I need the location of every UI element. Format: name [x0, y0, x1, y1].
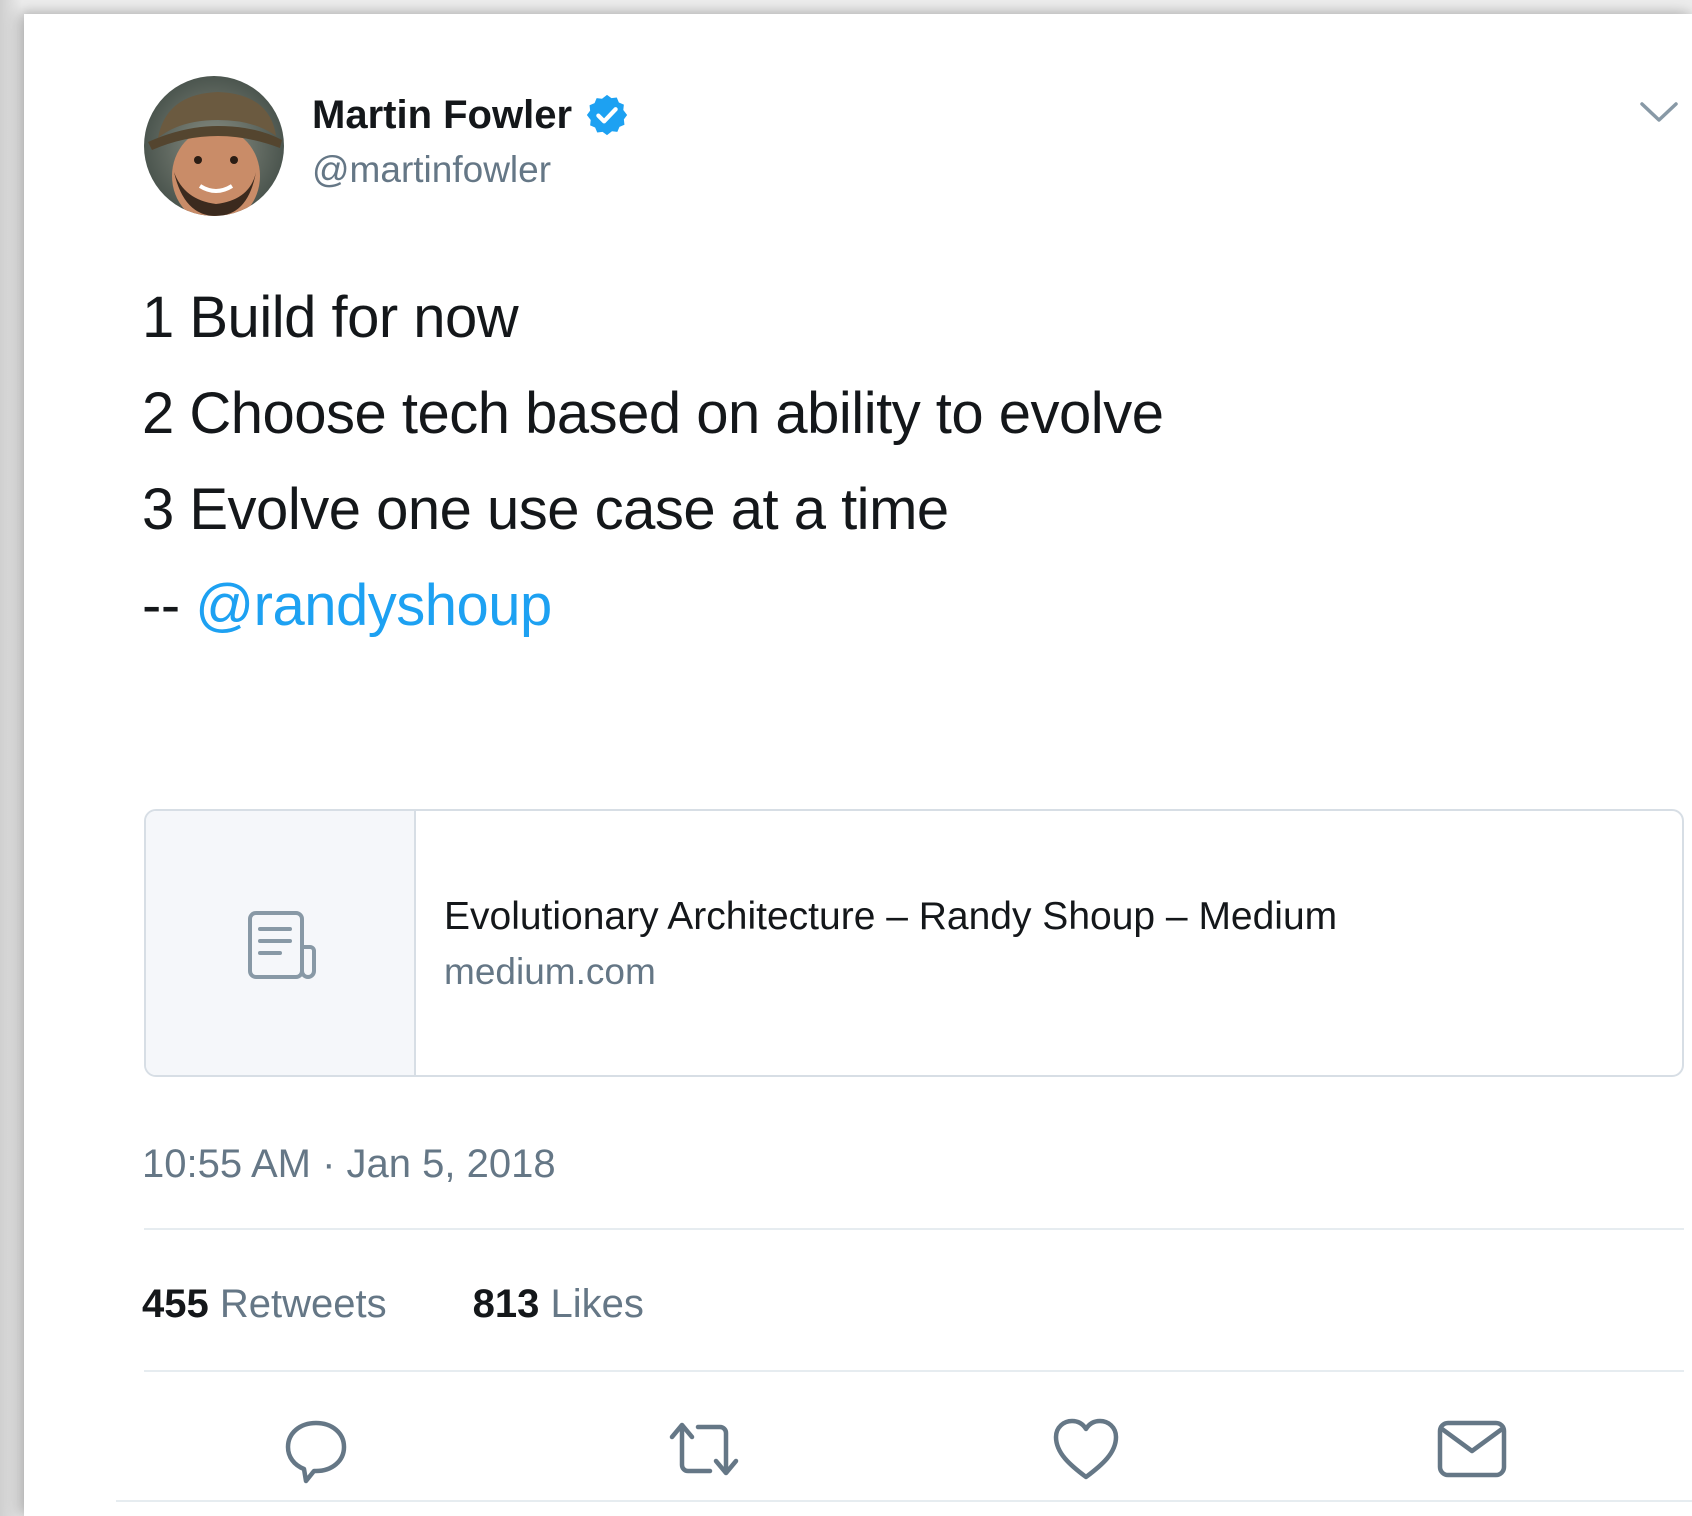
divider — [144, 1370, 1684, 1372]
engagement-stats: 455 Retweets 813 Likes — [142, 1282, 644, 1327]
retweets-count: 455 — [142, 1282, 209, 1326]
retweets-label: Retweets — [219, 1282, 387, 1326]
chevron-down-icon[interactable] — [1636, 94, 1682, 130]
tweet-card: Martin Fowler @martinfowler 1 Build for … — [24, 14, 1692, 1516]
like-icon — [1053, 1418, 1119, 1480]
tweet-line: 2 Choose tech based on ability to evolve — [142, 381, 1164, 446]
divider — [116, 1500, 1692, 1502]
divider — [144, 1228, 1684, 1230]
retweet-button[interactable] — [664, 1409, 744, 1489]
retweet-icon — [669, 1422, 739, 1476]
reply-button[interactable] — [276, 1409, 356, 1489]
attribution-prefix: -- — [142, 573, 196, 638]
likes-label: Likes — [550, 1282, 644, 1326]
link-thumbnail — [146, 811, 416, 1075]
author-handle[interactable]: @martinfowler — [312, 149, 551, 191]
link-preview-card[interactable]: Evolutionary Architecture – Randy Shoup … — [144, 809, 1684, 1077]
tweet-line: 3 Evolve one use case at a time — [142, 477, 949, 542]
document-icon — [248, 911, 316, 979]
likes-stat[interactable]: 813 Likes — [473, 1282, 644, 1327]
timestamp[interactable]: 10:55 AM · Jan 5, 2018 — [142, 1142, 556, 1187]
tweet-text: 1 Build for now 2 Choose tech based on a… — [142, 270, 1164, 654]
message-icon — [1437, 1420, 1507, 1478]
like-button[interactable] — [1046, 1409, 1126, 1489]
link-title: Evolutionary Architecture – Randy Shoup … — [444, 895, 1338, 938]
attribution-line: -- @randyshoup — [142, 558, 1163, 654]
avatar[interactable] — [144, 76, 284, 216]
verified-badge-icon — [584, 92, 630, 138]
tweet-line: 1 Build for now — [142, 285, 519, 350]
reply-icon — [285, 1420, 347, 1484]
mention-link[interactable]: @randyshoup — [195, 573, 552, 638]
avatar-image — [144, 76, 284, 216]
author-name-text: Martin Fowler — [312, 92, 573, 137]
message-button[interactable] — [1432, 1409, 1512, 1489]
link-domain: medium.com — [444, 951, 656, 992]
author-name[interactable]: Martin Fowler — [312, 92, 630, 138]
likes-count: 813 — [472, 1282, 540, 1326]
retweets-stat[interactable]: 455 Retweets — [142, 1282, 387, 1327]
